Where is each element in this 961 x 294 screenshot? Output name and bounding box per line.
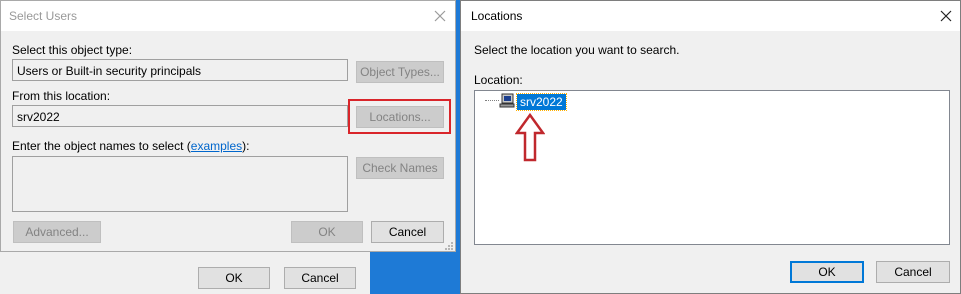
resize-grip-icon[interactable] (444, 240, 454, 250)
locations-cancel-button[interactable]: Cancel (876, 261, 950, 283)
check-names-button[interactable]: Check Names (356, 157, 444, 179)
location-tree[interactable]: srv2022 (474, 90, 950, 245)
close-icon[interactable] (429, 5, 451, 27)
advanced-button[interactable]: Advanced... (13, 221, 101, 243)
object-type-label: Select this object type: (12, 43, 133, 57)
names-label-prefix: Enter the object names to select ( (12, 139, 191, 153)
background-dialog: OK Cancel (0, 252, 370, 294)
select-users-titlebar: Select Users (1, 1, 455, 31)
locations-title: Locations (471, 9, 523, 23)
location-field: srv2022 (12, 105, 348, 127)
locations-dialog: Locations Select the location you want t… (460, 0, 961, 294)
examples-link[interactable]: examples (191, 139, 242, 153)
select-users-title: Select Users (9, 9, 78, 23)
location-tree-label: Location: (474, 73, 523, 87)
background-cancel-button[interactable]: Cancel (284, 267, 356, 289)
object-names-input[interactable] (12, 156, 348, 212)
ok-button[interactable]: OK (291, 221, 363, 243)
locations-titlebar: Locations (461, 1, 960, 31)
locations-button[interactable]: Locations... (356, 106, 444, 128)
location-value: srv2022 (17, 110, 60, 124)
names-label-suffix: ): (242, 139, 250, 153)
annotation-arrow-up-icon (514, 112, 546, 163)
names-label: Enter the object names to select (exampl… (12, 139, 249, 153)
location-label: From this location: (12, 89, 111, 103)
locations-ok-button[interactable]: OK (790, 261, 864, 283)
locations-instruction: Select the location you want to search. (474, 43, 680, 57)
computer-icon (499, 93, 515, 109)
tree-item-label: srv2022 (520, 95, 563, 109)
object-type-value: Users or Built-in security principals (17, 64, 202, 78)
object-types-button[interactable]: Object Types... (356, 61, 444, 83)
object-type-field: Users or Built-in security principals (12, 59, 348, 81)
background-ok-button[interactable]: OK (198, 267, 270, 289)
tree-connector (485, 100, 499, 101)
select-users-dialog: Select Users Select this object type: Us… (0, 0, 456, 252)
cancel-button[interactable]: Cancel (371, 221, 444, 243)
close-icon[interactable] (935, 5, 957, 27)
tree-item-srv2022[interactable]: srv2022 (516, 93, 567, 111)
